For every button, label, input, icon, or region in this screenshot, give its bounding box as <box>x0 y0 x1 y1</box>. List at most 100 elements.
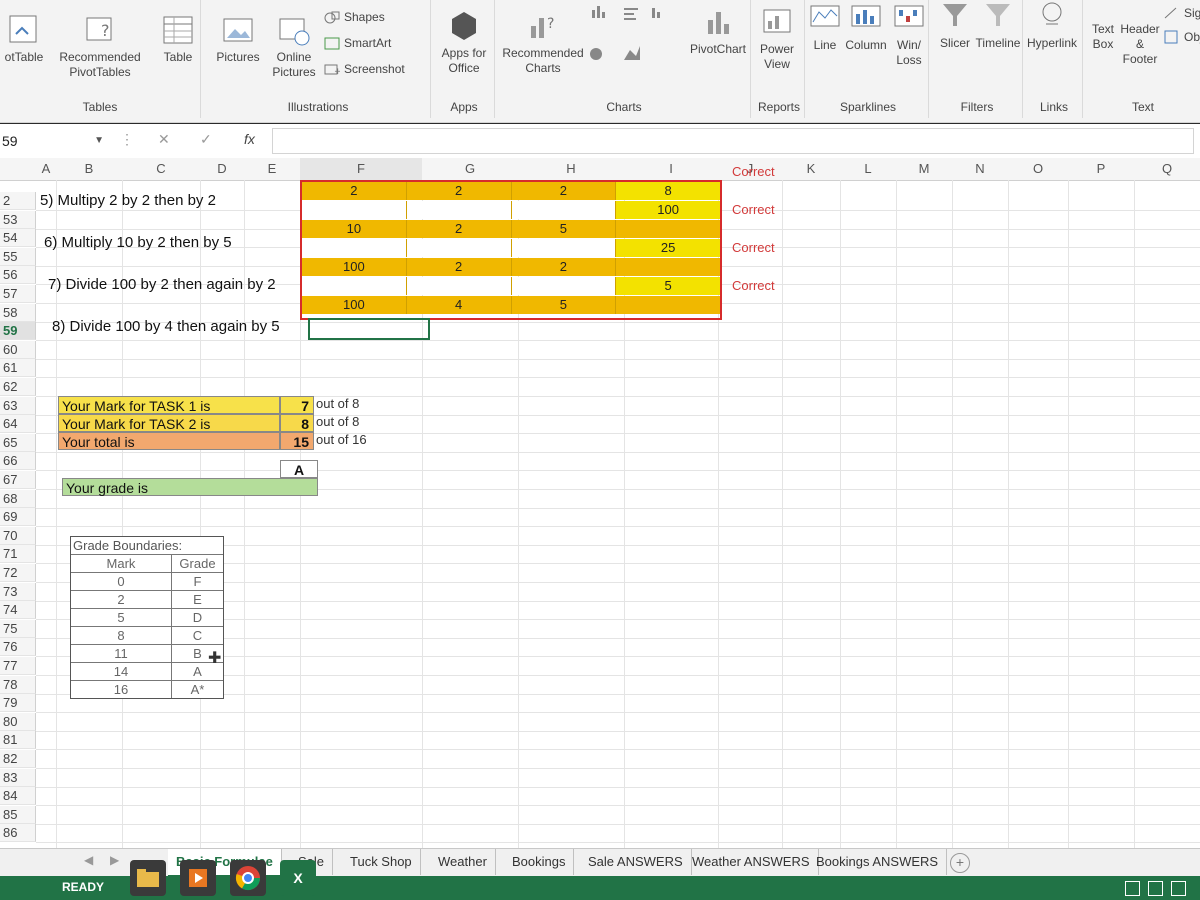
hyperlink-button[interactable]: Hyperlink <box>1026 0 1078 51</box>
column-header[interactable]: Q <box>1134 158 1200 181</box>
total-mark-value[interactable]: 15 <box>280 432 314 450</box>
answer-cell[interactable]: 5 <box>616 277 720 295</box>
boundary-mark[interactable]: 8 <box>71 627 172 644</box>
boundary-mark[interactable]: 16 <box>71 681 172 698</box>
confirm-icon[interactable]: ✓ <box>200 131 212 148</box>
row-header[interactable]: 66 <box>0 452 36 470</box>
chrome-icon[interactable] <box>230 860 266 896</box>
row-header[interactable]: 57 <box>0 285 36 303</box>
file-explorer-icon[interactable] <box>130 860 166 896</box>
answer-cell[interactable] <box>616 220 720 238</box>
answer-cell[interactable]: 2 <box>302 182 407 200</box>
object-button[interactable]: Obje <box>1164 30 1200 44</box>
boundary-grade[interactable]: D <box>172 609 223 626</box>
task2-mark-value[interactable]: 8 <box>280 414 314 432</box>
excel-icon[interactable]: X <box>280 860 316 896</box>
sparkline-line-button[interactable]: Line <box>808 2 842 53</box>
row-header[interactable]: 86 <box>0 824 36 842</box>
boundary-mark[interactable]: 5 <box>71 609 172 626</box>
row-header[interactable]: 56 <box>0 266 36 284</box>
row-header[interactable]: 78 <box>0 676 36 694</box>
answer-cell[interactable]: 100 <box>302 296 407 314</box>
header-footer-button[interactable]: Header & Footer <box>1118 22 1162 67</box>
column-header[interactable]: A <box>36 158 57 181</box>
row-header[interactable]: 55 <box>0 248 36 266</box>
boundary-grade[interactable]: F <box>172 573 223 590</box>
row-header[interactable]: 81 <box>0 731 36 749</box>
answer-cell[interactable] <box>616 258 720 276</box>
answer-cell[interactable]: 5 <box>511 220 617 238</box>
answer-cell[interactable]: 2 <box>511 258 617 276</box>
task1-mark-value[interactable]: 7 <box>280 396 314 414</box>
select-all-corner[interactable] <box>0 158 37 181</box>
chevron-down-icon[interactable]: ▼ <box>94 130 104 152</box>
column-header[interactable]: D <box>200 158 245 181</box>
row-header[interactable]: 74 <box>0 601 36 619</box>
row-header[interactable]: 82 <box>0 750 36 768</box>
answer-cell[interactable]: 100 <box>302 258 407 276</box>
shapes-button[interactable]: Shapes <box>324 10 385 24</box>
row-header[interactable]: 69 <box>0 508 36 526</box>
answer-cell[interactable] <box>302 201 407 219</box>
sparkline-winloss-button[interactable]: Win/ Loss <box>890 2 928 68</box>
answer-cell[interactable]: 2 <box>511 182 617 200</box>
formula-input[interactable] <box>272 128 1194 154</box>
recommended-pivottables-button[interactable]: ? Recommended PivotTables <box>50 14 150 80</box>
page-layout-view-icon[interactable] <box>1148 881 1163 896</box>
answer-cell[interactable]: 25 <box>616 239 720 257</box>
tab-weather-answers[interactable]: Weather ANSWERS <box>684 849 819 875</box>
row-header[interactable]: 2 <box>0 192 36 210</box>
row-header[interactable]: 84 <box>0 787 36 805</box>
table-button[interactable]: Table <box>156 14 200 65</box>
answer-cell[interactable]: 100 <box>616 201 720 219</box>
pivottable-button[interactable]: otTable <box>0 14 48 65</box>
apps-for-office-button[interactable]: Apps for Office <box>434 10 494 76</box>
recommended-charts-button[interactable]: ? Recommended Charts <box>498 10 588 76</box>
answer-cell[interactable]: 2 <box>406 220 512 238</box>
column-header[interactable]: F <box>300 158 423 181</box>
answer-cell[interactable]: 5 <box>511 296 617 314</box>
column-header[interactable]: O <box>1008 158 1069 181</box>
column-header[interactable]: G <box>422 158 519 181</box>
row-header[interactable]: 77 <box>0 657 36 675</box>
cancel-icon[interactable]: ✕ <box>158 131 170 148</box>
tab-bookings-answers[interactable]: Bookings ANSWERS <box>808 849 948 875</box>
answer-cell[interactable] <box>302 239 407 257</box>
tab-sale-answers[interactable]: Sale ANSWERS <box>580 849 692 875</box>
online-pictures-button[interactable]: Online Pictures <box>268 14 320 80</box>
text-box-button[interactable]: Text Box <box>1088 22 1118 52</box>
row-header[interactable]: 60 <box>0 341 36 359</box>
column-header[interactable]: M <box>896 158 953 181</box>
media-player-icon[interactable] <box>180 860 216 896</box>
answer-cell[interactable]: 4 <box>406 296 512 314</box>
row-header[interactable]: 67 <box>0 471 36 489</box>
row-header[interactable]: 72 <box>0 564 36 582</box>
chart-type-gallery[interactable] <box>588 0 688 70</box>
tab-scroll-right-icon[interactable]: ▶ <box>110 853 119 867</box>
grade-value[interactable]: A <box>280 460 318 478</box>
answer-cell[interactable] <box>406 277 512 295</box>
insert-function-icon[interactable]: fx <box>244 131 255 147</box>
row-header[interactable]: 62 <box>0 378 36 396</box>
row-header[interactable]: 68 <box>0 490 36 508</box>
pictures-button[interactable]: Pictures <box>212 14 264 65</box>
row-header[interactable]: 73 <box>0 583 36 601</box>
answer-cell[interactable] <box>406 239 512 257</box>
sparkline-column-button[interactable]: Column <box>844 2 888 53</box>
row-header[interactable]: 59 <box>0 322 36 340</box>
signature-line-button[interactable]: Sign <box>1164 6 1200 20</box>
boundary-mark[interactable]: 14 <box>71 663 172 680</box>
smartart-button[interactable]: SmartArt <box>324 36 391 50</box>
page-break-view-icon[interactable] <box>1171 881 1186 896</box>
add-sheet-icon[interactable]: + <box>950 853 970 873</box>
row-header[interactable]: 61 <box>0 359 36 377</box>
row-header[interactable]: 65 <box>0 434 36 452</box>
boundary-mark[interactable]: 0 <box>71 573 172 590</box>
row-header[interactable]: 71 <box>0 545 36 563</box>
answer-cell[interactable]: 8 <box>616 182 720 200</box>
tab-weather[interactable]: Weather <box>430 849 496 875</box>
name-box[interactable]: 59 ▼ <box>0 130 110 152</box>
row-header[interactable]: 85 <box>0 806 36 824</box>
tab-bookings[interactable]: Bookings <box>504 849 575 875</box>
answer-cell[interactable]: 2 <box>406 258 512 276</box>
